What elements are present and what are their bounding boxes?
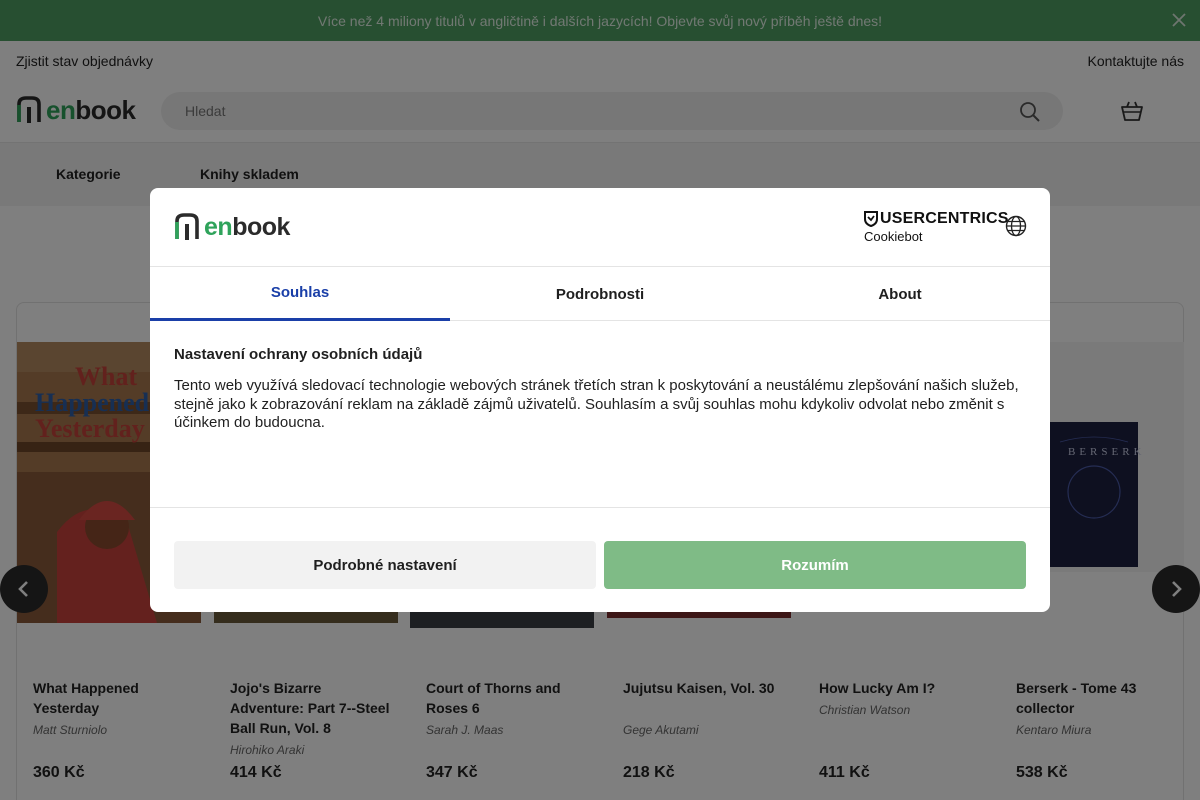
shield-icon xyxy=(864,211,878,227)
accept-button[interactable]: Rozumím xyxy=(604,541,1026,589)
cookiebot-text: Cookiebot xyxy=(864,229,923,244)
dialog-logo: enbook xyxy=(174,213,290,241)
dialog-footer: Podrobné nastavení Rozumím xyxy=(150,507,1050,612)
dialog-tabs: Souhlas Podrobnosti About xyxy=(150,267,1050,321)
dialog-text: Tento web využívá sledovací technologie … xyxy=(174,377,1019,431)
detailed-settings-button[interactable]: Podrobné nastavení xyxy=(174,541,596,589)
cookie-consent-dialog: enbook USERCENTRICS Cookiebot Souhlas Po… xyxy=(150,188,1050,612)
usercentrics-brand[interactable]: USERCENTRICS Cookiebot xyxy=(864,210,1009,244)
tab-souhlas[interactable]: Souhlas xyxy=(150,267,450,321)
tab-podrobnosti[interactable]: Podrobnosti xyxy=(450,267,750,321)
tab-about[interactable]: About xyxy=(750,267,1050,321)
dialog-body: Nastavení ochrany osobních údajů Tento w… xyxy=(174,346,1026,433)
logo-text: enbook xyxy=(204,212,290,241)
globe-icon[interactable] xyxy=(1005,215,1027,237)
dialog-header: enbook USERCENTRICS Cookiebot xyxy=(150,188,1050,267)
dialog-title: Nastavení ochrany osobních údajů xyxy=(174,346,423,363)
usercentrics-text: USERCENTRICS xyxy=(880,210,1009,227)
logo-mark-icon xyxy=(175,213,199,240)
